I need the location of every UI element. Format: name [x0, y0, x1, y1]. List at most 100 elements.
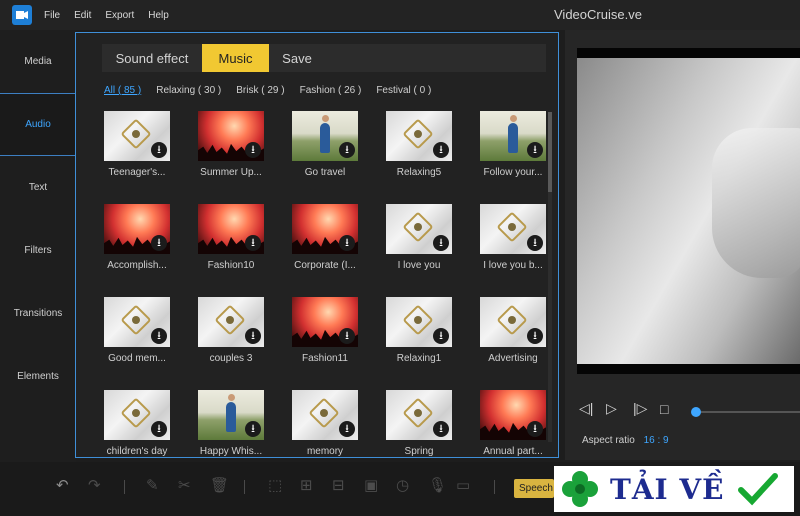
- track-thumbnail[interactable]: ⭳: [386, 111, 452, 161]
- sidebar-item-transitions[interactable]: Transitions: [0, 282, 76, 345]
- download-icon[interactable]: ⭳: [527, 421, 543, 437]
- track-thumbnail[interactable]: ⭳: [292, 297, 358, 347]
- track-tile[interactable]: ⭳ Relaxing1: [386, 297, 452, 364]
- track-tile[interactable]: ⭳ Fashion10: [198, 204, 264, 271]
- category-relaxing[interactable]: Relaxing ( 30 ): [156, 85, 221, 96]
- download-icon[interactable]: ⭳: [339, 328, 355, 344]
- download-icon[interactable]: ⭳: [527, 142, 543, 158]
- sidebar-item-audio[interactable]: Audio: [0, 93, 76, 156]
- download-icon[interactable]: ⭳: [433, 328, 449, 344]
- track-thumbnail[interactable]: ⭳: [198, 297, 264, 347]
- download-icon[interactable]: ⭳: [151, 142, 167, 158]
- track-thumbnail[interactable]: ⭳: [386, 390, 452, 440]
- sidebar-item-elements[interactable]: Elements: [0, 345, 76, 408]
- track-tile[interactable]: ⭳ Spring: [386, 390, 452, 457]
- track-thumbnail[interactable]: ⭳: [386, 297, 452, 347]
- track-thumbnail[interactable]: ⭳: [292, 390, 358, 440]
- previous-frame-icon[interactable]: ◁|: [579, 400, 606, 417]
- seek-track[interactable]: [695, 411, 800, 413]
- tab-save[interactable]: Save: [269, 44, 325, 72]
- menu-edit[interactable]: Edit: [74, 10, 91, 21]
- track-tile[interactable]: ⭳ children's day: [104, 390, 170, 457]
- tab-sound-effect[interactable]: Sound effect: [102, 44, 202, 72]
- track-tile[interactable]: ⭳ Follow your...: [480, 111, 546, 178]
- mosaic-icon[interactable]: ⊟: [332, 476, 345, 494]
- delete-icon[interactable]: 🗑: [210, 476, 229, 494]
- track-tile[interactable]: ⭳ Annual part...: [480, 390, 546, 457]
- download-icon[interactable]: ⭳: [245, 328, 261, 344]
- track-thumbnail[interactable]: ⭳: [480, 204, 546, 254]
- duration-icon[interactable]: ◷: [396, 476, 409, 494]
- download-icon[interactable]: ⭳: [151, 421, 167, 437]
- track-thumbnail[interactable]: ⭳: [104, 111, 170, 161]
- track-thumbnail[interactable]: ⭳: [386, 204, 452, 254]
- track-thumbnail[interactable]: ⭳: [104, 204, 170, 254]
- cut-icon[interactable]: ✂: [178, 476, 191, 494]
- download-icon[interactable]: ⭳: [339, 142, 355, 158]
- track-tile[interactable]: ⭳ Corporate (I...: [292, 204, 358, 271]
- stop-icon[interactable]: □: [660, 401, 687, 417]
- track-tile[interactable]: ⭳ I love you: [386, 204, 452, 271]
- category-fashion[interactable]: Fashion ( 26 ): [300, 85, 362, 96]
- track-tile[interactable]: ⭳ Go travel: [292, 111, 358, 178]
- next-frame-icon[interactable]: |▷: [633, 400, 660, 417]
- edit-icon[interactable]: ✎: [146, 476, 159, 494]
- category-festival[interactable]: Festival ( 0 ): [376, 85, 431, 96]
- menu-file[interactable]: File: [44, 10, 60, 21]
- sidebar-item-text[interactable]: Text: [0, 156, 76, 219]
- category-all[interactable]: All ( 85 ): [104, 85, 141, 96]
- scrollbar-thumb[interactable]: [548, 112, 552, 192]
- track-thumbnail[interactable]: ⭳: [104, 390, 170, 440]
- undo-icon[interactable]: ↶: [56, 476, 69, 494]
- menu-export[interactable]: Export: [105, 10, 134, 21]
- menu-help[interactable]: Help: [148, 10, 169, 21]
- track-tile[interactable]: ⭳ Fashion11: [292, 297, 358, 364]
- resize-icon[interactable]: ⊞: [300, 476, 313, 494]
- download-icon[interactable]: ⭳: [433, 142, 449, 158]
- aspect-ratio-value[interactable]: 16 : 9: [644, 435, 669, 446]
- library-scrollbar[interactable]: [548, 112, 552, 442]
- track-tile[interactable]: ⭳ Relaxing5: [386, 111, 452, 178]
- download-icon[interactable]: ⭳: [527, 235, 543, 251]
- track-thumbnail[interactable]: ⭳: [480, 111, 546, 161]
- play-icon[interactable]: ▷: [606, 400, 633, 417]
- track-tile[interactable]: ⭳ Summer Up...: [198, 111, 264, 178]
- track-thumbnail[interactable]: ⭳: [198, 111, 264, 161]
- track-tile[interactable]: ⭳ Happy Whis...: [198, 390, 264, 457]
- download-icon[interactable]: ⭳: [245, 235, 261, 251]
- crop-icon[interactable]: ⬚: [268, 476, 282, 494]
- track-tile[interactable]: ⭳ Good mem...: [104, 297, 170, 364]
- download-icon[interactable]: ⭳: [527, 328, 543, 344]
- download-icon[interactable]: ⭳: [433, 235, 449, 251]
- sidebar-item-filters[interactable]: Filters: [0, 219, 76, 282]
- track-tile[interactable]: ⭳ memory: [292, 390, 358, 457]
- screen-icon[interactable]: ▭: [456, 476, 470, 494]
- download-icon[interactable]: ⭳: [433, 421, 449, 437]
- track-tile[interactable]: ⭳ I love you b...: [480, 204, 546, 271]
- download-icon[interactable]: ⭳: [339, 235, 355, 251]
- sidebar-item-media[interactable]: Media: [0, 30, 76, 93]
- track-tile[interactable]: ⭳ couples 3: [198, 297, 264, 364]
- tab-music[interactable]: Music: [202, 44, 269, 72]
- speech-button[interactable]: Speech: [514, 479, 554, 498]
- download-icon[interactable]: ⭳: [245, 421, 261, 437]
- track-thumbnail[interactable]: ⭳: [198, 390, 264, 440]
- track-thumbnail[interactable]: ⭳: [104, 297, 170, 347]
- track-tile[interactable]: ⭳ Teenager's...: [104, 111, 170, 178]
- freeze-icon[interactable]: ▣: [364, 476, 378, 494]
- track-thumbnail[interactable]: ⭳: [480, 390, 546, 440]
- redo-icon[interactable]: ↷: [88, 476, 101, 494]
- track-thumbnail[interactable]: ⭳: [198, 204, 264, 254]
- download-icon[interactable]: ⭳: [151, 235, 167, 251]
- track-tile[interactable]: ⭳ Advertising: [480, 297, 546, 364]
- track-thumbnail[interactable]: ⭳: [480, 297, 546, 347]
- track-thumbnail[interactable]: ⭳: [292, 204, 358, 254]
- download-icon[interactable]: ⭳: [339, 421, 355, 437]
- download-icon[interactable]: ⭳: [245, 142, 261, 158]
- category-brisk[interactable]: Brisk ( 29 ): [236, 85, 284, 96]
- seek-knob[interactable]: [691, 407, 701, 417]
- track-tile[interactable]: ⭳ Accomplish...: [104, 204, 170, 271]
- track-thumbnail[interactable]: ⭳: [292, 111, 358, 161]
- record-voice-icon[interactable]: 🎙: [428, 476, 447, 494]
- download-icon[interactable]: ⭳: [151, 328, 167, 344]
